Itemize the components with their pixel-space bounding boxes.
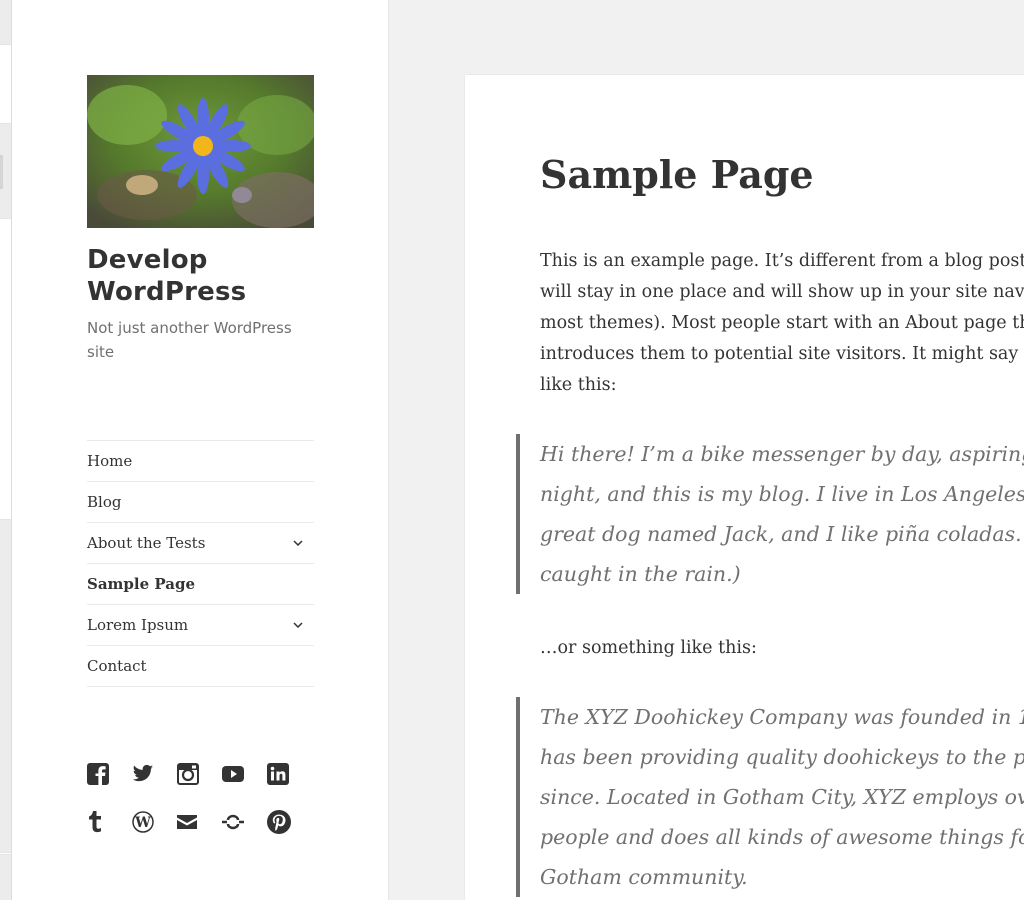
svg-text:W: W [134, 815, 151, 831]
nav-item-contact[interactable]: Contact [87, 645, 314, 687]
intro-paragraph: This is an example page. It’s different … [540, 251, 1024, 395]
content-area: Sample Page This is an example page. It’… [465, 75, 1024, 900]
nav-item-home[interactable]: Home [87, 440, 314, 481]
youtube-icon[interactable] [222, 760, 267, 788]
tumblr-icon[interactable] [87, 808, 132, 836]
page-title: Sample Page [540, 152, 814, 197]
sidebar: Develop WordPress Not just another WordP… [12, 0, 389, 900]
nav-item-blog[interactable]: Blog [87, 481, 314, 522]
wordpress-icon[interactable]: W [132, 808, 177, 836]
main-navigation: Home Blog About the Tests Sample Page Lo… [87, 440, 314, 687]
facebook-icon[interactable] [87, 760, 132, 788]
nav-item-about-the-tests[interactable]: About the Tests [87, 522, 314, 563]
twitter-icon[interactable] [132, 760, 177, 788]
site-description: Not just another WordPress site [87, 319, 292, 361]
nav-item-sample-page[interactable]: Sample Page [87, 563, 314, 604]
blockquote-bike-messenger: Hi there! I’m a bike messenger by day, a… [516, 434, 1024, 594]
middle-paragraph: …or something like this: [540, 638, 757, 658]
email-icon[interactable] [177, 808, 222, 836]
linkedin-icon[interactable] [267, 760, 312, 788]
chevron-down-icon[interactable] [290, 605, 306, 645]
left-panel-row [0, 44, 11, 124]
site-title[interactable]: Develop WordPress [87, 244, 327, 308]
instagram-icon[interactable] [177, 760, 222, 788]
left-panel-row [0, 218, 11, 520]
pinterest-icon[interactable] [267, 808, 312, 836]
chevron-down-icon[interactable] [290, 523, 306, 563]
blockquote-xyz-company: The XYZ Doohickey Company was founded in… [516, 697, 1024, 897]
social-links-menu: W [87, 760, 317, 856]
codepen-icon[interactable] [222, 808, 267, 836]
nav-item-lorem-ipsum[interactable]: Lorem Ipsum [87, 604, 314, 645]
left-panel-marker [0, 155, 3, 189]
site-logo[interactable] [87, 75, 314, 228]
left-panel-edge [0, 0, 12, 900]
flower-image [87, 75, 314, 228]
left-panel-divider [0, 852, 11, 855]
